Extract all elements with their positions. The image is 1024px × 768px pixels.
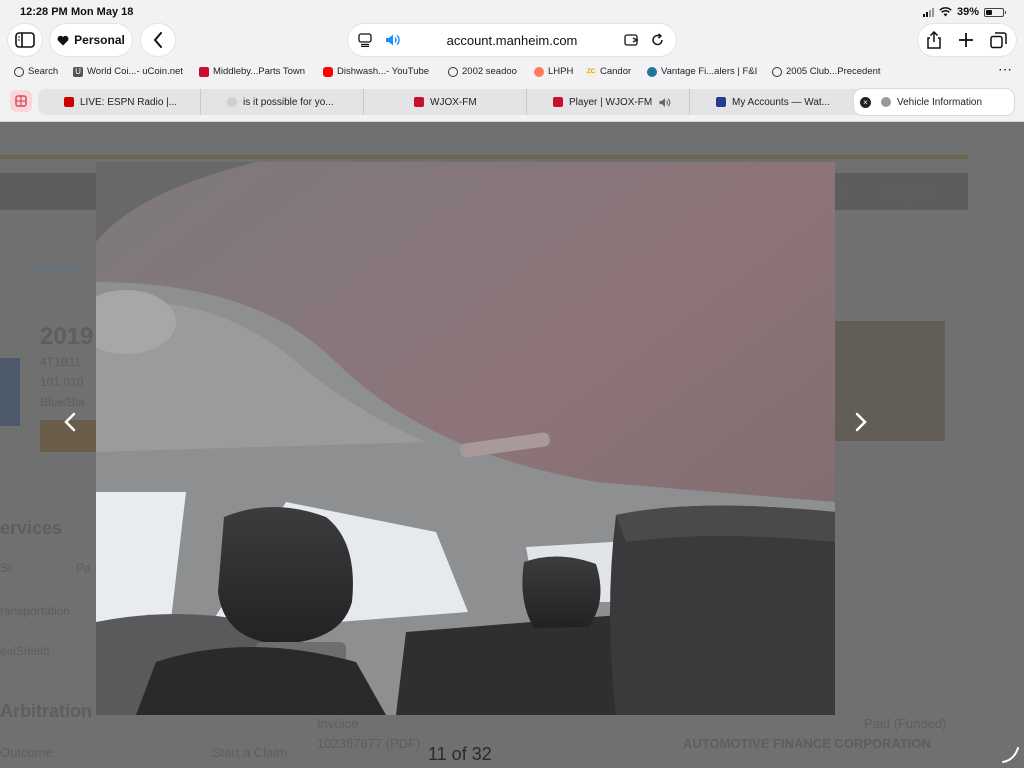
service-item: ealShield bbox=[0, 644, 50, 658]
service-item: SI bbox=[0, 561, 12, 575]
wjox-icon bbox=[414, 97, 424, 107]
bookmark-vantage[interactable]: Vantage Fi...alers | F&I bbox=[647, 66, 757, 77]
export-label: Export bbox=[893, 185, 935, 201]
vehicle-year: 2019 bbox=[40, 323, 94, 350]
speaker-icon[interactable] bbox=[658, 97, 672, 108]
tab-strip: LIVE: ESPN Radio |... is it possible for… bbox=[38, 89, 1014, 115]
speaker-icon[interactable] bbox=[385, 33, 401, 47]
profile-label: Personal bbox=[74, 33, 125, 47]
start-claim-link[interactable]: Start a Claim bbox=[212, 745, 287, 760]
tab-my-accounts[interactable]: My Accounts — Wat... bbox=[690, 89, 853, 115]
chevron-left-icon bbox=[153, 32, 162, 48]
sidebar-icon bbox=[15, 32, 35, 48]
wordpress-icon bbox=[647, 66, 657, 77]
status-date: Mon May 18 bbox=[71, 6, 134, 18]
battery-icon bbox=[984, 7, 1006, 17]
browser-chrome: 12:28 PM Mon May 18 39% Personal account… bbox=[0, 0, 1024, 122]
manheim-icon bbox=[881, 97, 891, 107]
reload-icon[interactable] bbox=[651, 33, 664, 47]
ucoin-icon: U bbox=[73, 66, 83, 77]
outcome-label: Outcome bbox=[0, 745, 53, 760]
bookmark-search[interactable]: Search bbox=[14, 66, 58, 77]
side-badge bbox=[0, 358, 20, 426]
finance-company: AUTOMOTIVE FINANCE CORPORATION bbox=[683, 736, 931, 751]
battery-percent: 39% bbox=[956, 6, 979, 18]
vehicle-photo bbox=[96, 162, 835, 715]
paid-status: Paid (Funded) bbox=[864, 716, 947, 731]
status-right: 39% bbox=[922, 6, 1006, 18]
services-heading: ervices bbox=[0, 518, 63, 538]
chevron-left-icon bbox=[64, 412, 76, 432]
car-interior-image bbox=[96, 162, 835, 715]
invoice-label: Invoice bbox=[317, 716, 359, 731]
bookmark-ucoin[interactable]: U World Coi...- uCoin.net bbox=[73, 66, 183, 77]
bookmark-club[interactable]: 2005 Club...Precedent bbox=[772, 66, 881, 77]
tab-wjox[interactable]: WJOX-FM bbox=[364, 89, 527, 115]
next-photo-button[interactable] bbox=[849, 410, 873, 434]
export-button[interactable]: ⧉ Export bbox=[880, 185, 934, 202]
close-tab-icon[interactable]: × bbox=[860, 96, 871, 108]
back-button[interactable] bbox=[141, 24, 175, 56]
bookmark-lhph[interactable]: LHPH bbox=[534, 66, 573, 77]
sidebar-toggle-button[interactable] bbox=[8, 24, 42, 56]
tab-google-search[interactable]: is it possible for yo... bbox=[201, 89, 364, 115]
url-text: account.manheim.com bbox=[446, 32, 578, 48]
tab-group-button[interactable] bbox=[10, 90, 32, 112]
vehicle-mileage: 101,010 bbox=[40, 375, 84, 389]
espn-icon bbox=[64, 97, 74, 107]
share-icon[interactable] bbox=[926, 31, 942, 49]
vehicle-vin: 4T1B11 bbox=[40, 355, 82, 369]
globe-icon bbox=[448, 66, 458, 77]
reader-icon[interactable] bbox=[358, 33, 372, 47]
tab-wjox-player[interactable]: Player | WJOX-FM bbox=[527, 89, 690, 115]
address-bar[interactable]: account.manheim.com bbox=[348, 24, 676, 56]
resize-handle-icon[interactable] bbox=[1000, 744, 1020, 764]
service-item: Pa bbox=[76, 561, 91, 575]
bookmark-partstown[interactable]: Middleby...Parts Town bbox=[199, 66, 305, 77]
status-bar: 12:28 PM Mon May 18 39% bbox=[20, 6, 1006, 20]
chevron-right-icon bbox=[855, 412, 867, 432]
accounts-icon bbox=[716, 97, 726, 107]
bookmark-candor[interactable]: ZC Candor bbox=[586, 66, 631, 77]
hubspot-icon bbox=[534, 66, 544, 77]
tab-group-icon bbox=[15, 95, 27, 107]
cellular-signal-icon bbox=[922, 7, 934, 17]
google-icon bbox=[227, 97, 237, 107]
tab-vehicle-information[interactable]: × Vehicle Information bbox=[854, 89, 1014, 115]
export-icon: ⧉ bbox=[880, 185, 894, 201]
service-item: ransportation bbox=[0, 604, 71, 618]
invoice-link[interactable]: 102387677 (PDF) bbox=[317, 736, 420, 751]
wjox-icon bbox=[553, 97, 563, 107]
bookmark-youtube[interactable]: Dishwash...- YouTube bbox=[323, 66, 429, 77]
vehicle-colors: Blue/Bla bbox=[40, 395, 85, 409]
summary-tab[interactable]: Summary bbox=[28, 261, 84, 276]
more-bookmarks-icon[interactable]: ⋯ bbox=[998, 61, 1012, 78]
arbitration-heading: Arbitration bbox=[0, 701, 92, 721]
extensions-icon[interactable] bbox=[624, 33, 640, 47]
heart-icon bbox=[57, 35, 69, 45]
globe-icon bbox=[772, 66, 782, 77]
wifi-icon bbox=[939, 7, 952, 17]
status-time: 12:28 PM bbox=[20, 6, 68, 18]
new-tab-icon[interactable] bbox=[959, 33, 973, 47]
partstown-icon bbox=[199, 66, 209, 77]
bookmarks-bar: Search U World Coi...- uCoin.net Middleby… bbox=[14, 61, 1012, 80]
profile-button[interactable]: Personal bbox=[50, 24, 132, 56]
tab-overview-icon[interactable] bbox=[990, 31, 1007, 49]
accent-stripe bbox=[0, 155, 968, 159]
toolbar-actions bbox=[918, 24, 1016, 56]
previous-photo-button[interactable] bbox=[58, 410, 82, 434]
zc-icon: ZC bbox=[586, 66, 596, 77]
tab-espn[interactable]: LIVE: ESPN Radio |... bbox=[38, 89, 201, 115]
bookmark-seadoo[interactable]: 2002 seadoo bbox=[448, 66, 517, 77]
youtube-icon bbox=[323, 66, 333, 77]
photo-counter: 11 of 32 bbox=[428, 744, 492, 764]
globe-icon bbox=[14, 66, 24, 77]
